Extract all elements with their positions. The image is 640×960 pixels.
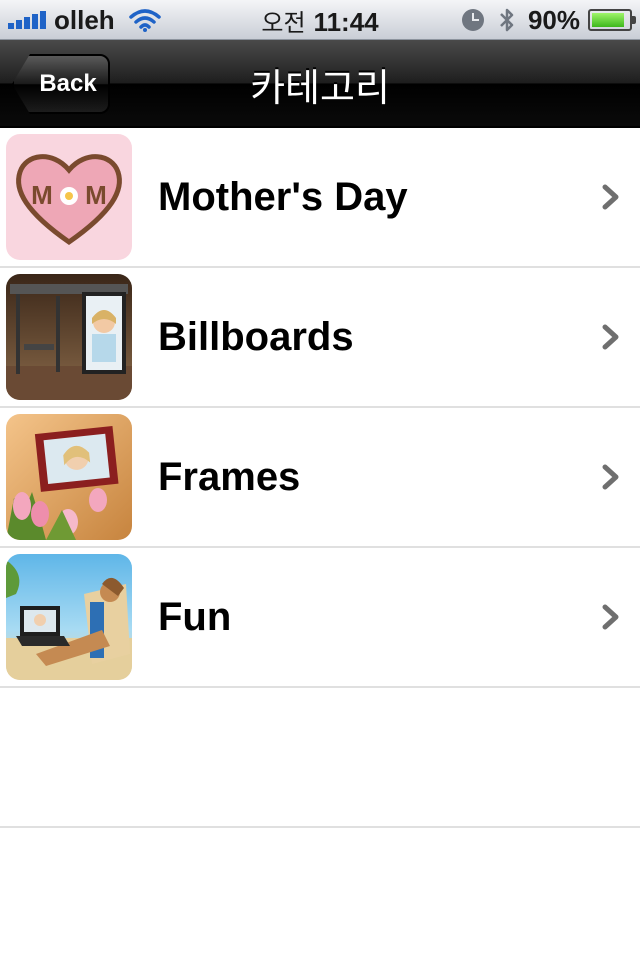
battery-fill [592, 13, 625, 27]
chevron-right-icon [602, 464, 619, 490]
status-bar: olleh 오전 11:44 90% [0, 0, 640, 40]
fun-thumbnail [6, 554, 132, 680]
status-right: 90% [461, 4, 636, 36]
svg-text:M: M [85, 180, 107, 210]
list-item-mothers-day[interactable]: M M Mother's Day [0, 128, 640, 268]
back-button[interactable]: Back [12, 54, 110, 114]
chevron-right-icon [602, 604, 619, 630]
svg-text:M: M [31, 180, 53, 210]
list-item-label: Fun [158, 594, 232, 639]
status-ampm: 오전 [261, 9, 306, 37]
list-item-label: Mother's Day [158, 174, 408, 219]
category-list: M M Mother's Day Billboards Frames Fun [0, 128, 640, 960]
navigation-bar: 카테고리 Back [0, 40, 640, 128]
frames-thumbnail [6, 414, 132, 540]
list-item-billboards[interactable]: Billboards [0, 268, 640, 408]
chevron-right-icon [602, 324, 619, 350]
list-item-label: Billboards [158, 314, 354, 359]
battery-percent: 90% [527, 4, 580, 35]
battery-icon [588, 9, 636, 31]
mothers-day-thumbnail: M M [6, 134, 132, 260]
chevron-right-icon [602, 184, 619, 210]
empty-row [0, 688, 640, 828]
list-item-label: Frames [158, 454, 301, 499]
billboards-thumbnail [6, 274, 132, 400]
status-clock: 11:44 [313, 7, 379, 37]
empty-row [0, 828, 640, 960]
bluetooth-icon [500, 8, 514, 32]
list-item-frames[interactable]: Frames [0, 408, 640, 548]
list-item-fun[interactable]: Fun [0, 548, 640, 688]
clock-icon [461, 9, 484, 31]
